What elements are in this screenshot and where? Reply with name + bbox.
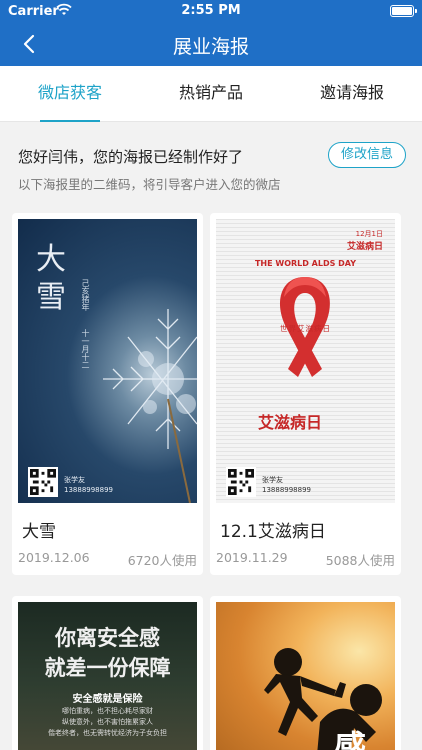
poster-usage-count: 5088人使用 bbox=[325, 553, 395, 568]
info-section: 您好闫伟，您的海报已经制作好了 以下海报里的二维码，将引导客户进入您的微店 修改… bbox=[0, 122, 422, 208]
poster-card[interactable]: 你离安全感 就差一份保障 安全感就是保险 哪怕重病，也不担心耗尽家财 纵使意外，… bbox=[12, 596, 203, 750]
page-title: 展业海报 bbox=[172, 36, 249, 58]
tab-hot-products[interactable]: 热销产品 bbox=[141, 66, 281, 122]
poster-image-aids-day[interactable]: 12月1日 艾滋病日 THE WORLD ALDS DAY 世界艾滋病日 艾滋病… bbox=[216, 219, 395, 503]
red-ribbon-icon bbox=[280, 277, 330, 377]
poster-name: 12.1艾滋病日 bbox=[220, 522, 326, 542]
poster-vertical-1: 己亥猪年 bbox=[81, 279, 90, 311]
tab-bar: 微店获客 热销产品 邀请海报 bbox=[0, 66, 422, 122]
subtitle-text: 以下海报里的二维码，将引导客户进入您的微店 bbox=[18, 177, 281, 192]
qr-code-icon bbox=[28, 467, 58, 497]
poster-card[interactable]: 感 bbox=[210, 596, 401, 750]
qr-name: 张学友 bbox=[64, 476, 85, 484]
qr-phone: 13888998899 bbox=[64, 486, 113, 494]
poster-text-3: 偕老终者，也无需转忧经济为子女负担 bbox=[48, 729, 167, 737]
battery-icon bbox=[390, 5, 417, 17]
navigation-bar: 展业海报 bbox=[0, 22, 422, 66]
poster-name: 大雪 bbox=[22, 522, 56, 542]
poster-red-line: 世界艾滋病日 bbox=[280, 324, 331, 333]
poster-card[interactable]: 12月1日 艾滋病日 THE WORLD ALDS DAY 世界艾滋病日 艾滋病… bbox=[210, 213, 401, 575]
poster-glyph: 感 bbox=[334, 728, 367, 750]
status-bar: Carrier 2:55 PM bbox=[0, 0, 422, 22]
poster-bottom-title: 艾滋病日 bbox=[258, 413, 323, 432]
poster-line-1: 你离安全感 bbox=[55, 625, 160, 650]
poster-vertical-2: 十一月十二 bbox=[81, 329, 90, 369]
poster-date: 2019.11.29 bbox=[216, 550, 288, 565]
tab-invite-poster[interactable]: 邀请海报 bbox=[282, 66, 422, 122]
edit-info-button[interactable]: 修改信息 bbox=[327, 142, 406, 168]
poster-image-snow[interactable]: 大雪 己亥猪年 十一月十二 张学友 13888998899 bbox=[18, 219, 197, 503]
family-silhouette-icon bbox=[264, 648, 382, 750]
greeting-text: 您好闫伟，您的海报已经制作好了 bbox=[18, 148, 244, 166]
poster-text-2: 纵使意外，也不害怕拖累家人 bbox=[62, 718, 153, 726]
poster-big-title: 大雪 bbox=[36, 242, 66, 315]
poster-card[interactable]: 大雪 己亥猪年 十一月十二 张学友 13888998899 大雪 2019.12… bbox=[12, 213, 203, 575]
poster-usage-count: 6720人使用 bbox=[127, 553, 197, 568]
poster-image-family[interactable]: 感 bbox=[216, 602, 395, 750]
qr-phone: 13888998899 bbox=[262, 486, 311, 494]
poster-subtitle: 安全感就是保险 bbox=[72, 694, 143, 705]
poster-text-1: 哪怕重病，也不担心耗尽家财 bbox=[62, 707, 153, 715]
qr-code-icon bbox=[226, 467, 256, 497]
clock: 2:55 PM bbox=[181, 3, 241, 18]
tab-wechat-store[interactable]: 微店获客 bbox=[0, 66, 140, 122]
poster-date: 2019.12.06 bbox=[18, 550, 90, 565]
qr-name: 张学友 bbox=[262, 476, 283, 484]
poster-image-security[interactable]: 你离安全感 就差一份保障 安全感就是保险 哪怕重病，也不担心耗尽家财 纵使意外，… bbox=[18, 602, 197, 750]
poster-line-2: 就差一份保障 bbox=[44, 655, 171, 680]
